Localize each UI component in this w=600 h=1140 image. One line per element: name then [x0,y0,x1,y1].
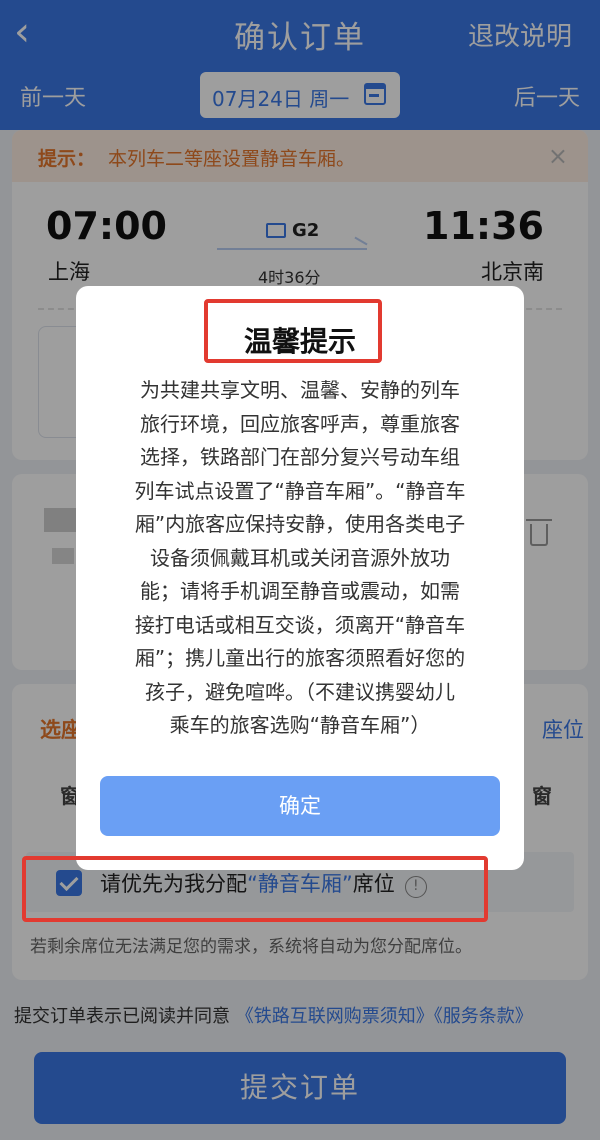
annotation-box-preference [22,856,488,922]
dialog-line: 设备须佩戴耳机或关闭音源外放功 [150,545,450,570]
dialog-line: 厢”内旅客应保持安静，使用各类电子 [134,512,466,536]
confirm-button[interactable]: 确定 [100,776,500,836]
dialog-line: 厢”；携儿童出行的旅客须照看好您的 [134,646,466,670]
dialog-line: 接打电话或相互交谈，须离开“静音车 [134,612,466,637]
dialog-line: 选择，铁路部门在部分复兴号动车组 [140,445,460,469]
dialog-line: 能；请将手机调至静音或震动，如需 [140,579,460,603]
dialog-line: 乘车的旅客选购“静音车厢”） [169,713,431,737]
dialog-line: 孩子，避免喧哗。（不建议携婴幼儿 [145,679,455,704]
dialog-line: 旅行环境，回应旅客呼声，尊重旅客 [140,411,460,436]
dialog-body: 为共建共享文明、温馨、安静的列车 旅行环境，回应旅客呼声，尊重旅客 选择，铁路部… [102,374,498,743]
annotation-box-title [204,299,382,363]
quiet-carriage-dialog: 温馨提示 为共建共享文明、温馨、安静的列车 旅行环境，回应旅客呼声，尊重旅客 选… [76,286,524,870]
dialog-line: 为共建共享文明、温馨、安静的列车 [140,378,460,402]
dialog-line: 列车试点设置了“静音车厢”。“静音车 [134,478,466,503]
